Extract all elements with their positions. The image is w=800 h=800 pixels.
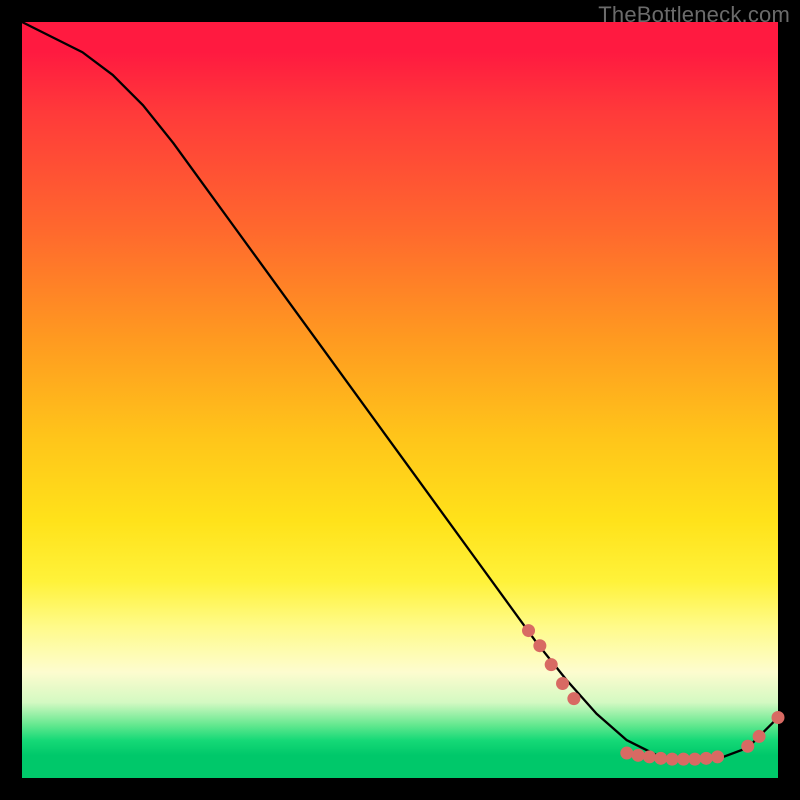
data-marker [711, 750, 724, 763]
data-marker [620, 747, 633, 760]
curve-line [22, 22, 778, 759]
data-marker [632, 749, 645, 762]
data-marker [741, 740, 754, 753]
data-marker [654, 752, 667, 765]
data-marker [567, 692, 580, 705]
data-marker [533, 639, 546, 652]
data-marker [700, 752, 713, 765]
chart-stage: TheBottleneck.com [0, 0, 800, 800]
data-marker [772, 711, 785, 724]
chart-overlay [22, 22, 778, 778]
data-marker [688, 753, 701, 766]
data-marker [522, 624, 535, 637]
data-marker [666, 753, 679, 766]
data-marker [677, 753, 690, 766]
data-marker [556, 677, 569, 690]
data-marker [545, 658, 558, 671]
data-marker [753, 730, 766, 743]
watermark-text: TheBottleneck.com [598, 2, 790, 28]
data-marker [643, 750, 656, 763]
marker-group [522, 624, 784, 766]
